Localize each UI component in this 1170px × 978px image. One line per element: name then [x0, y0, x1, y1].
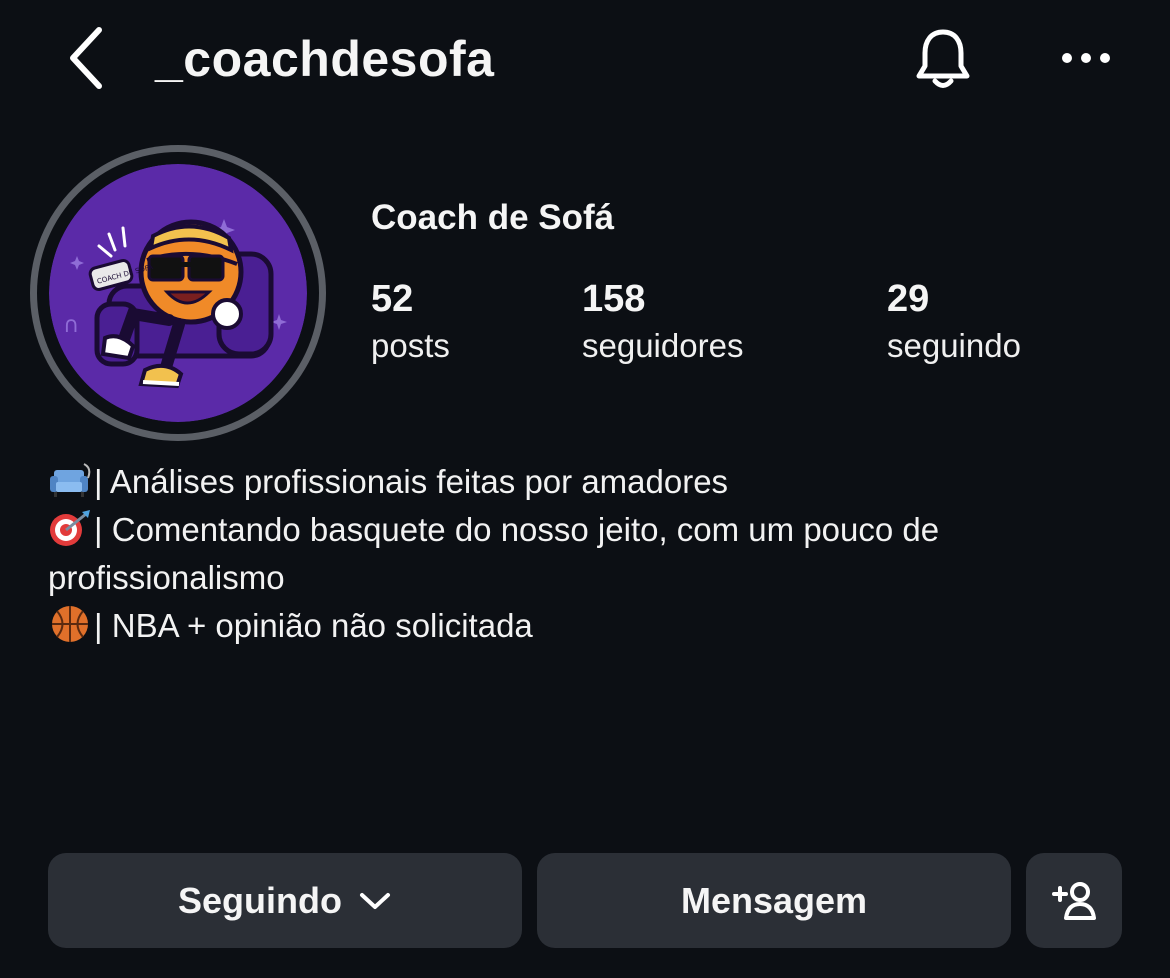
sofa-icon: [50, 463, 91, 497]
more-options-button[interactable]: [1052, 36, 1120, 80]
stat-value: 158: [582, 278, 646, 320]
bio-text: profissionalismo: [48, 559, 285, 596]
bio-line: | NBA + opinião não solicitada: [48, 602, 1128, 650]
stat-followers[interactable]: 158 seguidores: [582, 276, 743, 370]
message-button-label: Mensagem: [680, 879, 868, 921]
svg-text:∩: ∩: [63, 313, 79, 338]
chevron-down-icon: [358, 891, 392, 911]
bio-line: | Análises profissionais feitas por amad…: [48, 458, 1128, 506]
add-user-icon: [1052, 881, 1096, 920]
stat-posts[interactable]: 52 posts: [371, 276, 450, 370]
coach-mascot-avatar-image: ∩ COACH DE SOFÁ: [49, 164, 307, 422]
stat-following[interactable]: 29 seguindo: [887, 276, 1021, 370]
notifications-button[interactable]: [905, 22, 981, 98]
profile-avatar[interactable]: ∩ COACH DE SOFÁ: [30, 145, 326, 441]
basketball-icon: [52, 606, 88, 642]
profile-bio: | Análises profissionais feitas por amad…: [48, 458, 1128, 650]
profile-display-name: Coach de Sofá: [371, 198, 615, 237]
top-bar: _coachdesofa: [0, 0, 1170, 120]
profile-username: _coachdesofa: [155, 31, 495, 87]
target-dart-icon: [50, 510, 90, 546]
bio-line: profissionalismo: [48, 554, 1128, 602]
stat-value: 29: [887, 278, 930, 320]
stat-value: 52: [371, 278, 414, 320]
more-horizontal-icon: [1062, 53, 1110, 63]
bell-icon: [916, 29, 970, 88]
bio-text: | Comentando basquete do nosso jeito, co…: [94, 511, 940, 548]
bio-text: | NBA + opinião não solicitada: [94, 607, 533, 644]
message-button[interactable]: Mensagem: [537, 853, 1011, 948]
chevron-left-icon: [70, 27, 102, 89]
stat-label: posts: [371, 327, 450, 364]
suggest-users-button[interactable]: [1026, 853, 1122, 948]
stat-label: seguidores: [582, 327, 744, 364]
following-button[interactable]: Seguindo: [48, 853, 522, 948]
stat-label: seguindo: [887, 327, 1021, 364]
back-button[interactable]: [58, 26, 112, 90]
following-button-label: Seguindo: [178, 879, 342, 921]
bio-text: | Análises profissionais feitas por amad…: [94, 463, 729, 500]
bio-line: | Comentando basquete do nosso jeito, co…: [48, 506, 1128, 554]
